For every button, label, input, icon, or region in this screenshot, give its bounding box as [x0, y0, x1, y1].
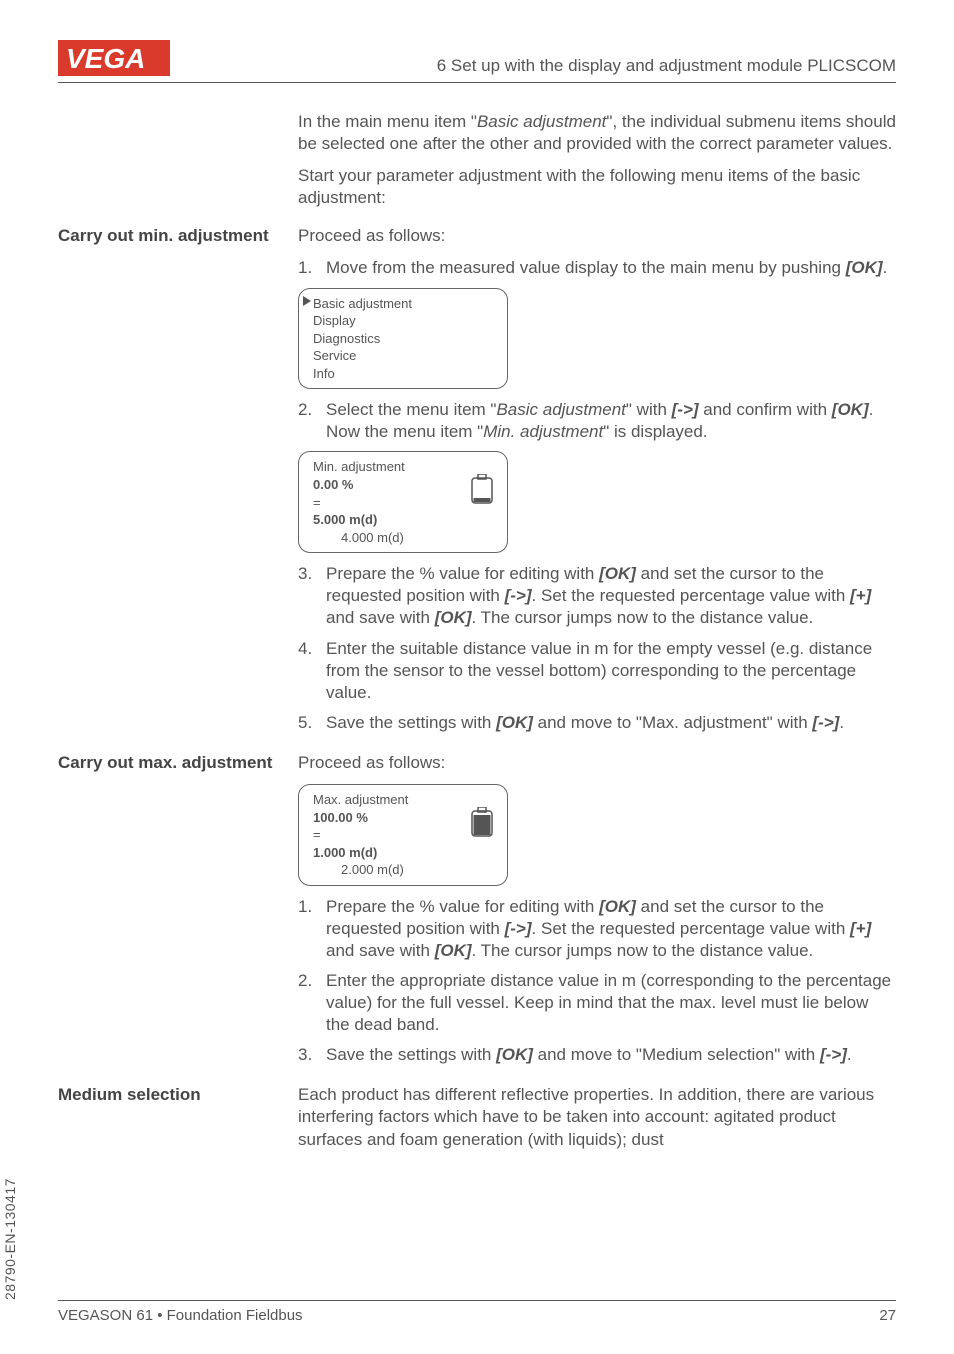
page-number: 27: [879, 1307, 896, 1324]
min-step-1: 1. Move from the measured value display …: [298, 257, 896, 279]
intro-p1: In the main menu item "Basic adjustment"…: [298, 111, 896, 155]
heading-min-adjustment: Carry out min. adjustment: [58, 225, 288, 246]
max-lead: Proceed as follows:: [298, 752, 896, 774]
max-step-2: 2. Enter the appropriate distance value …: [298, 970, 896, 1036]
lcd-max-adjustment: Max. adjustment 100.00 % = 1.000 m(d) 2.…: [298, 784, 508, 886]
doc-code: 28790-EN-130417: [2, 1178, 18, 1300]
min-lead: Proceed as follows:: [298, 225, 896, 247]
tank-full-icon: [471, 807, 493, 837]
heading-medium-selection: Medium selection: [58, 1084, 288, 1105]
min-step-3: 3. Prepare the % value for editing with …: [298, 563, 896, 629]
tank-empty-icon: [471, 474, 493, 504]
medium-p: Each product has different reflective pr…: [298, 1084, 896, 1150]
min-step-5: 5. Save the settings with [OK] and move …: [298, 712, 896, 734]
heading-max-adjustment: Carry out max. adjustment: [58, 752, 288, 773]
footer-left: VEGASON 61 • Foundation Fieldbus: [58, 1307, 303, 1324]
min-step-2: 2. Select the menu item "Basic adjustmen…: [298, 399, 896, 443]
max-step-1: 1. Prepare the % value for editing with …: [298, 896, 896, 962]
min-step-4: 4. Enter the suitable distance value in …: [298, 638, 896, 704]
max-step-3: 3. Save the settings with [OK] and move …: [298, 1044, 896, 1066]
lcd-menu-basic: Basic adjustment Display Diagnostics Ser…: [298, 288, 508, 390]
header-section-title: 6 Set up with the display and adjustment…: [437, 56, 896, 76]
vega-logo: VEGA: [58, 40, 170, 76]
page-footer: VEGASON 61 • Foundation Fieldbus 27: [58, 1300, 896, 1324]
triangle-icon: [303, 296, 311, 306]
lcd-min-adjustment: Min. adjustment 0.00 % = 5.000 m(d) 4.00…: [298, 451, 508, 553]
intro-p2: Start your parameter adjustment with the…: [298, 165, 896, 209]
page-header: VEGA 6 Set up with the display and adjus…: [58, 40, 896, 83]
svg-text:VEGA: VEGA: [66, 43, 145, 74]
